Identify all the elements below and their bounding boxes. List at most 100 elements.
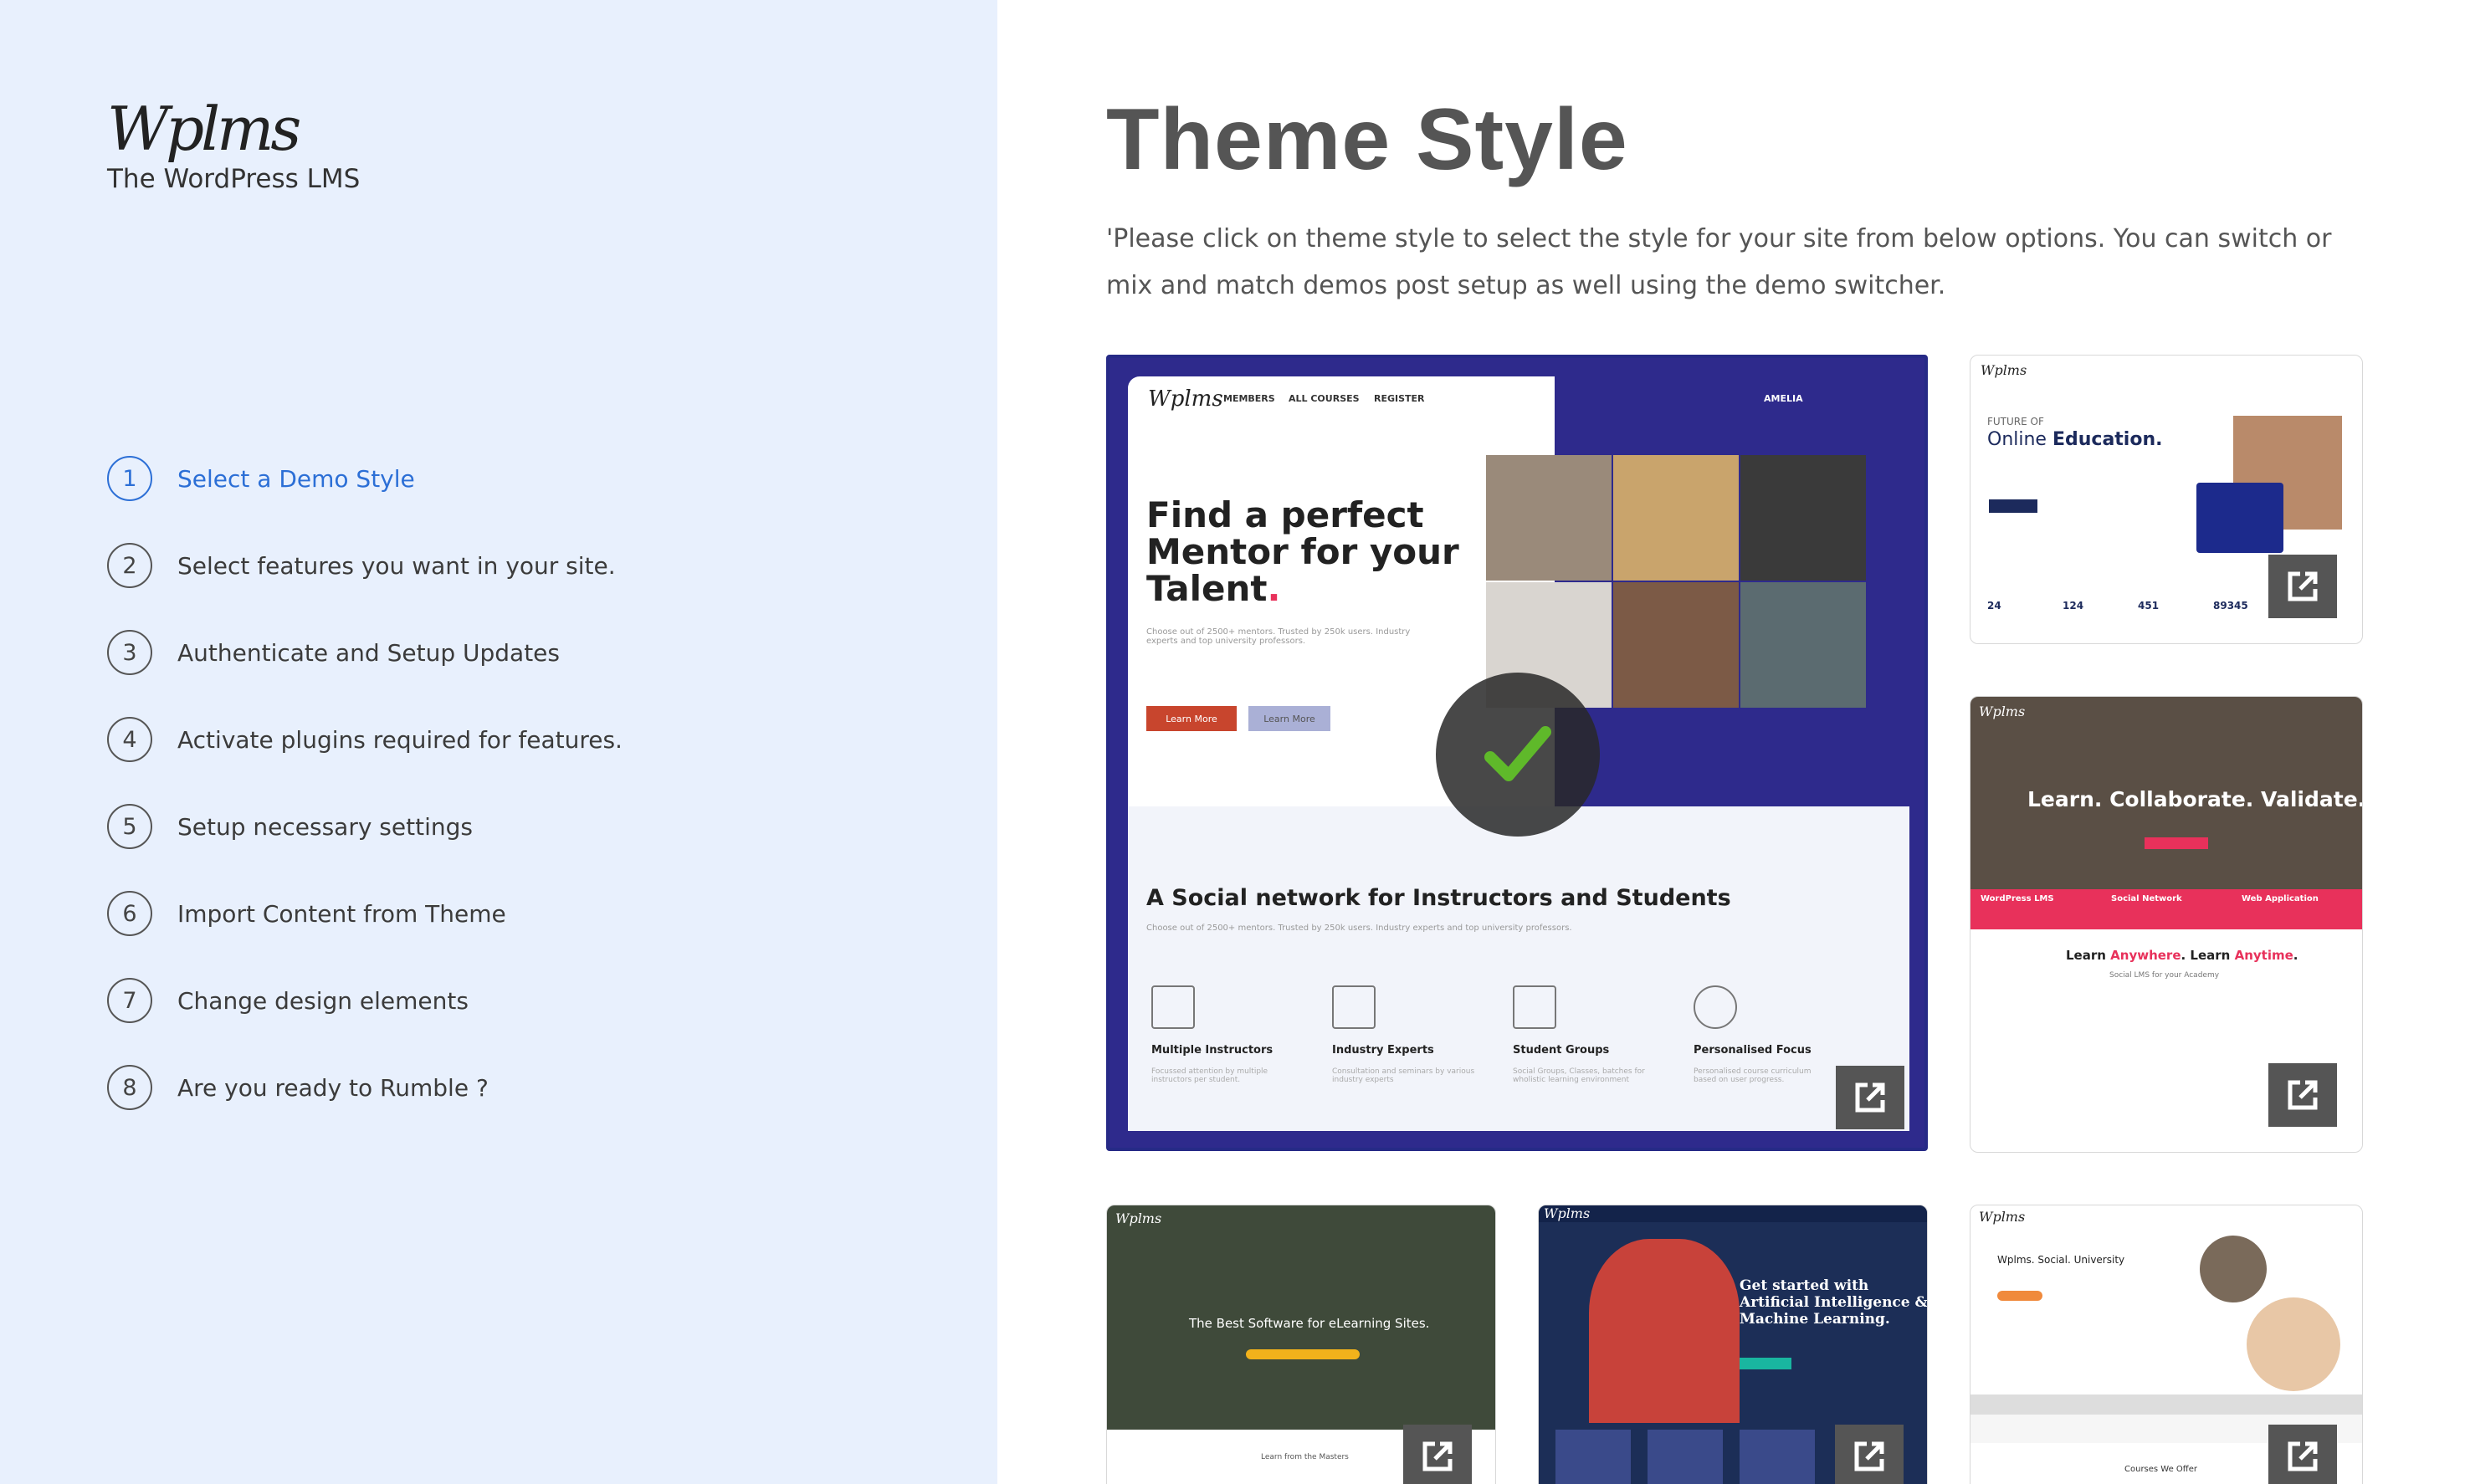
mentor-photo	[1740, 582, 1866, 708]
demo6-button	[1997, 1291, 2042, 1301]
demo-card-3[interactable]: Wplms Learn. Collaborate. Validate. Word…	[1970, 696, 2363, 1153]
demo2-kicker: FUTURE OF	[1987, 416, 2044, 427]
demo-card-5[interactable]: Wplms Get started with Artificial Intell…	[1538, 1205, 1928, 1484]
demo3-subtext: Social LMS for your Academy	[2109, 971, 2220, 980]
groups-icon	[1513, 985, 1556, 1029]
demo1-section-sub: Choose out of 2500+ mentors. Trusted by …	[1146, 924, 1572, 933]
feature-desc: Focussed attention by multiple instructo…	[1151, 1067, 1268, 1084]
step-label: Import Content from Theme	[177, 899, 506, 928]
step-number: 6	[107, 891, 152, 936]
step-number: 8	[107, 1065, 152, 1110]
demo6-logo: Wplms	[1979, 1209, 2026, 1225]
external-link-icon[interactable]	[2268, 1063, 2337, 1127]
step-label: Change design elements	[177, 986, 469, 1015]
step-4[interactable]: 4 Activate plugins required for features.	[107, 716, 776, 763]
feature-title: Industry Experts	[1332, 1044, 1434, 1057]
category-tile	[1648, 1430, 1723, 1484]
demo3-tagline: Learn Anywhere. Learn Anytime.	[2066, 948, 2298, 963]
demo1-headline-3: Talent.	[1146, 568, 1281, 609]
step-number: 4	[107, 717, 152, 762]
step-label: Are you ready to Rumble ?	[177, 1073, 489, 1102]
demo-card-2[interactable]: Wplms FUTURE OF Online Education. 24 124…	[1970, 355, 2363, 644]
demo2-logo: Wplms	[1981, 362, 2027, 378]
category-tile	[1555, 1430, 1631, 1484]
instructors-icon	[1151, 985, 1195, 1029]
step-label: Select a Demo Style	[177, 464, 415, 493]
demo4-headline: The Best Software for eLearning Sites.	[1189, 1316, 1430, 1331]
demo3-chip: Social Network	[2111, 894, 2182, 903]
selected-check-icon	[1436, 673, 1600, 837]
demo6-avatar	[2200, 1236, 2267, 1302]
feature-title: Student Groups	[1513, 1044, 1610, 1057]
step-1[interactable]: 1 Select a Demo Style	[107, 455, 776, 502]
step-label: Activate plugins required for features.	[177, 725, 623, 754]
demo5-logo: Wplms	[1544, 1205, 1591, 1221]
step-2[interactable]: 2 Select features you want in your site.	[107, 542, 776, 589]
external-link-icon[interactable]	[1836, 1066, 1904, 1129]
demo2-quote-card	[2196, 483, 2283, 553]
demo1-nav-courses: ALL COURSES	[1289, 393, 1360, 404]
step-label: Authenticate and Setup Updates	[177, 638, 560, 667]
step-number: 5	[107, 804, 152, 849]
feature-desc: Consultation and seminars by various ind…	[1332, 1067, 1475, 1084]
demo2-button	[1989, 499, 2037, 513]
step-number: 7	[107, 978, 152, 1023]
demo5-navbar	[1539, 1205, 1927, 1222]
demo-card-6[interactable]: Wplms Wplms. Social. University Courses …	[1970, 1205, 2363, 1484]
demo2-stat: 451	[2138, 600, 2160, 612]
demo4-button	[1246, 1349, 1360, 1359]
external-link-icon[interactable]	[2268, 1425, 2337, 1484]
focus-icon	[1694, 985, 1737, 1029]
demo1-subtext: Choose out of 2500+ mentors. Trusted by …	[1146, 627, 1411, 646]
demo1-btn-secondary: Learn More	[1248, 706, 1330, 731]
step-6[interactable]: 6 Import Content from Theme	[107, 890, 776, 937]
step-label: Setup necessary settings	[177, 812, 473, 841]
demo5-headline-3: Machine Learning.	[1740, 1311, 1890, 1328]
demo1-nav-register: REGISTER	[1374, 393, 1425, 404]
demo6-headline: Wplms. Social. University	[1997, 1254, 2125, 1266]
brand-tagline: The WordPress LMS	[107, 164, 361, 194]
step-label: Select features you want in your site.	[177, 551, 616, 580]
wplms-logo: Wplms	[107, 94, 301, 164]
demo3-headline: Learn. Collaborate. Validate.	[2027, 787, 2363, 811]
demo1-section-title: A Social network for Instructors and Stu…	[1146, 885, 1731, 911]
step-number: 2	[107, 543, 152, 588]
experts-icon	[1332, 985, 1376, 1029]
demo4-footer-text: Learn from the Masters	[1261, 1453, 1349, 1461]
demo6-avatar	[2247, 1297, 2340, 1391]
demo5-headline-1: Get started with	[1740, 1277, 1869, 1294]
demo6-footer-text: Courses We Offer	[2124, 1465, 2197, 1474]
feature-title: Personalised Focus	[1694, 1044, 1812, 1057]
demo5-headline-2: Artificial Intelligence &	[1740, 1294, 1928, 1311]
demo4-logo: Wplms	[1115, 1210, 1162, 1226]
step-3[interactable]: 3 Authenticate and Setup Updates	[107, 629, 776, 676]
demo-card-1[interactable]: Wplms MEMBERS ALL COURSES REGISTER AMELI…	[1106, 355, 1928, 1151]
external-link-icon[interactable]	[2268, 555, 2337, 618]
page-description: 'Please click on theme style to select t…	[1106, 224, 2332, 300]
feature-desc: Social Groups, Classes, batches for whol…	[1513, 1067, 1645, 1084]
demo-card-4[interactable]: Wplms The Best Software for eLearning Si…	[1106, 1205, 1496, 1484]
demo2-headline: Online Education.	[1987, 429, 2163, 450]
demo1-headline-2: Mentor for your	[1146, 531, 1459, 572]
demo1-btn-primary: Learn More	[1146, 706, 1237, 731]
external-link-icon[interactable]	[1403, 1425, 1472, 1484]
step-8[interactable]: 8 Are you ready to Rumble ?	[107, 1064, 776, 1111]
demo1-headline-1: Find a perfect	[1146, 494, 1424, 535]
demo2-stat: 124	[2063, 600, 2084, 612]
mentor-photo	[1740, 455, 1866, 581]
external-link-icon[interactable]	[1835, 1425, 1904, 1484]
demo3-chip: WordPress LMS	[1981, 894, 2054, 903]
demo3-button	[2145, 837, 2208, 849]
demo1-logo: Wplms	[1148, 386, 1223, 412]
mentor-photo	[1613, 455, 1739, 581]
step-number: 3	[107, 630, 152, 675]
page-title: Theme Style	[1106, 91, 1628, 188]
feature-title: Multiple Instructors	[1151, 1044, 1273, 1057]
step-5[interactable]: 5 Setup necessary settings	[107, 803, 776, 850]
demo1-nav-members: MEMBERS	[1223, 393, 1275, 404]
step-number: 1	[107, 456, 152, 501]
step-7[interactable]: 7 Change design elements	[107, 977, 776, 1024]
demo3-chip: Web Application	[2242, 894, 2319, 903]
demo2-stat: 24	[1987, 600, 2001, 612]
category-tile	[1740, 1430, 1815, 1484]
